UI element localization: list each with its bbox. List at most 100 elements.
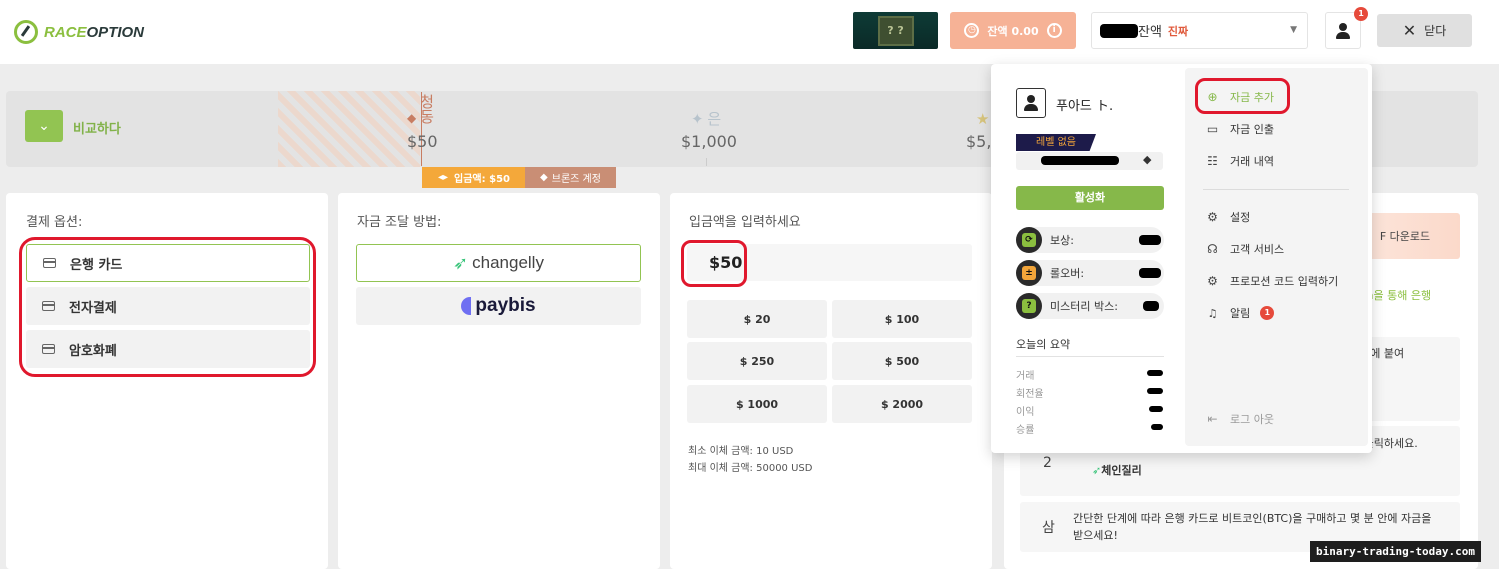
- menu-withdraw-funds[interactable]: ▭ 자금 인출: [1205, 121, 1274, 137]
- tier-silver: ✦ 은: [691, 108, 721, 129]
- step-number: 삼: [1042, 520, 1055, 536]
- gear-icon: ⚙: [1207, 210, 1218, 224]
- redacted-value: [1143, 301, 1159, 311]
- stat-mystery-box[interactable]: ? 미스터리 박스:: [1016, 293, 1164, 319]
- menu-divider: [1203, 189, 1349, 190]
- tier-bronze-amount: $50: [407, 132, 438, 151]
- silver-icon: ✦: [691, 110, 704, 128]
- method-paybis[interactable]: paybis: [356, 287, 641, 325]
- payment-options-title: 결제 옵션:: [26, 215, 83, 230]
- profile-name: 푸아드 ト.: [1056, 99, 1114, 114]
- menu-notifications[interactable]: ♫ 알림 1: [1205, 305, 1275, 321]
- mystery-icon: ?: [1016, 293, 1042, 319]
- tier-gold-amount: $5,: [966, 132, 992, 151]
- chevron-down-icon: ⌄: [38, 118, 50, 134]
- redacted-value: [1151, 424, 1163, 430]
- preset-amount-button[interactable]: $ 20: [687, 300, 827, 338]
- arrows-icon: ◂▸: [437, 172, 449, 183]
- highlight-ring-amount: [681, 240, 747, 287]
- raceoption-logo[interactable]: RACEOPTION: [14, 20, 144, 44]
- mystery-box-icon: ? ?: [877, 15, 914, 46]
- user-id-row[interactable]: ◆: [1016, 152, 1163, 170]
- redacted-value: [1149, 406, 1163, 412]
- account-name-suffix: 잔액: [1138, 25, 1162, 40]
- min-transfer-label: 최소 이체 금액: 10 USD: [688, 446, 794, 457]
- timer-icon: ◷: [964, 23, 980, 38]
- redacted-value: [1147, 370, 1163, 376]
- tier-bronze: ◆ 청동: [407, 95, 436, 126]
- redacted-user-id: [1041, 156, 1119, 165]
- headset-icon: ☊: [1207, 242, 1218, 256]
- summary-winrate: 승률: [1016, 425, 1035, 436]
- summary-profit: 이익: [1016, 407, 1035, 418]
- preset-amount-button[interactable]: $ 1000: [687, 385, 827, 423]
- deposit-tag: ◂▸ 입금액: $50: [422, 167, 526, 188]
- notification-badge: 1: [1260, 306, 1275, 320]
- transfer-limits: 최소 이체 금액: 10 USD 최대 이체 금액: 50000 USD: [688, 443, 812, 477]
- preset-amount-button[interactable]: $ 250: [687, 342, 827, 380]
- gold-icon: ★: [976, 110, 990, 128]
- preset-amount-button[interactable]: $ 500: [832, 342, 972, 380]
- user-icon: [1335, 22, 1351, 39]
- rocket-icon: ➶: [453, 252, 469, 274]
- max-transfer-label: 최대 이체 금액: 50000 USD: [688, 463, 813, 474]
- mystery-box-button[interactable]: ? ?: [853, 12, 938, 49]
- summary-trades: 거래: [1016, 371, 1035, 382]
- chevron-down-icon: ▼: [1290, 25, 1297, 35]
- preset-amount-button[interactable]: $ 2000: [832, 385, 972, 423]
- amount-title: 입금액을 입력하세요: [689, 215, 801, 230]
- notification-badge: 1: [1354, 7, 1368, 21]
- account-select[interactable]: 잔액 진짜 ▼: [1091, 12, 1308, 49]
- menu-promo-code[interactable]: ⚙ 프로모션 코드 입력하기: [1205, 273, 1338, 289]
- logout-icon: ⇤: [1207, 412, 1218, 426]
- avatar: [1016, 88, 1046, 118]
- close-icon: ✕: [1402, 21, 1417, 40]
- rollover-icon: ±: [1016, 260, 1042, 286]
- account-tier-tag: ◆ 브론즈 계정: [525, 167, 616, 188]
- balance-button[interactable]: ◷ 잔액 0.00 i: [950, 12, 1076, 49]
- redacted-value: [1139, 235, 1161, 245]
- menu-logout[interactable]: ⇤ 로그 아웃: [1205, 411, 1274, 427]
- stat-rewards[interactable]: ⟳ 보상:: [1016, 227, 1164, 253]
- gear-icon: ⚙: [1207, 274, 1218, 288]
- tier-progress-hatch: [278, 91, 420, 167]
- tier-silver-name: 은: [707, 110, 722, 128]
- method-changelly[interactable]: ➶ changelly: [356, 244, 641, 282]
- highlight-ring-payment: [19, 237, 316, 377]
- preset-amount-button[interactable]: $ 100: [832, 300, 972, 338]
- compare-label[interactable]: 비교하다: [73, 118, 121, 137]
- highlight-ring-add-funds: [1195, 78, 1290, 114]
- watermark: binary-trading-today.com: [1310, 541, 1481, 562]
- menu-customer-service[interactable]: ☊ 고객 서비스: [1205, 241, 1284, 257]
- rocket-icon: ➶: [1092, 464, 1102, 477]
- stat-rollover[interactable]: ± 롤오버:: [1016, 260, 1164, 286]
- tier-bronze-name: 청동: [420, 93, 434, 126]
- bronze-icon: ◆: [407, 111, 417, 125]
- account-type: 진짜: [1167, 24, 1189, 38]
- menu-trade-history[interactable]: ☷ 거래 내역: [1205, 153, 1274, 169]
- summary-turnover: 회전율: [1016, 389, 1044, 400]
- redacted-value: [1139, 268, 1161, 278]
- level-badge: 레벨 없음: [1016, 134, 1096, 151]
- redacted-account-name: [1100, 23, 1138, 38]
- balance-label: 잔액 0.00: [987, 24, 1039, 38]
- reward-icon: ⟳: [1016, 227, 1042, 253]
- funding-method-title: 자금 조달 방법:: [357, 215, 442, 230]
- step-2-link[interactable]: ➶체인질리: [1092, 462, 1142, 479]
- close-button[interactable]: ✕ 닫다: [1377, 14, 1472, 47]
- tier-tick: [706, 158, 707, 166]
- menu-settings[interactable]: ⚙ 설정: [1205, 209, 1250, 225]
- history-icon: ☷: [1207, 154, 1218, 168]
- logo-icon: [14, 20, 38, 44]
- close-label: 닫다: [1424, 24, 1447, 38]
- info-icon: i: [1046, 23, 1062, 38]
- bell-icon: ♫: [1207, 306, 1218, 320]
- activate-button[interactable]: 활성화: [1016, 186, 1164, 210]
- user-icon: [1023, 95, 1039, 111]
- compare-toggle-button[interactable]: ⌄: [25, 110, 63, 142]
- copy-icon[interactable]: ◆: [1143, 153, 1151, 166]
- diamond-icon: ◆: [540, 172, 548, 183]
- step-number: 2: [1043, 455, 1052, 471]
- paybis-logo-icon: [461, 297, 472, 315]
- redacted-value: [1147, 388, 1163, 394]
